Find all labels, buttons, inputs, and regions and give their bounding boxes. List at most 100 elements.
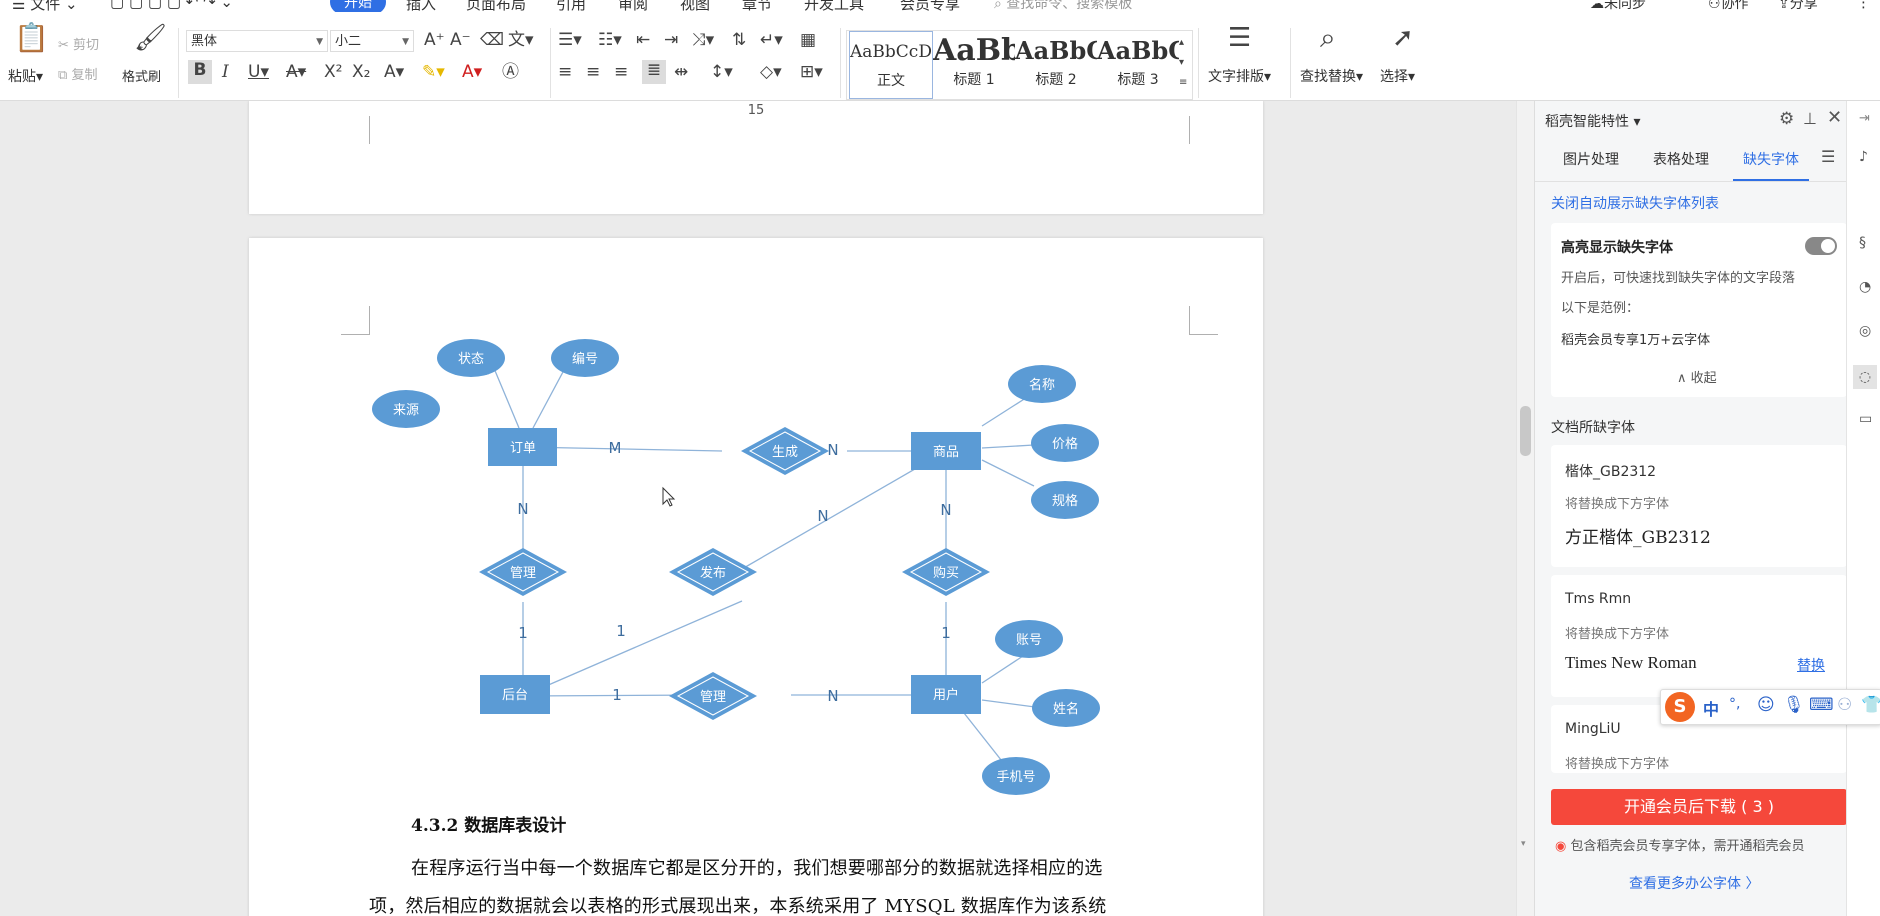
clear-format-icon[interactable]: ⌫ (480, 30, 504, 50)
tool-icon[interactable]: ◎ (1859, 323, 1871, 339)
shading-icon[interactable]: ◇▾ (760, 62, 782, 82)
scroll-down-icon[interactable]: ▾ (1521, 839, 1526, 849)
pin-icon[interactable]: ⊥ (1803, 109, 1817, 128)
expand-icon[interactable]: ⇥ (1859, 111, 1870, 126)
copy-button[interactable]: ⧉ 复制 (58, 64, 97, 83)
indent-icon[interactable]: ⇥ (664, 30, 678, 50)
current-page[interactable]: 订单 商品 后台 用户 状态 编号 来源 名称 价格 规格 账号 姓名 手机号 … (249, 238, 1263, 916)
font-family-select[interactable]: 黑体 ▼ (186, 30, 328, 52)
cursor-icon[interactable]: ➚ (1392, 25, 1414, 51)
tab-missing-fonts[interactable]: 缺失字体 (1743, 149, 1799, 169)
command-search[interactable]: ⌕ 查找命令、搜索模板 (994, 0, 1132, 12)
format-painter-button[interactable]: 格式刷 (122, 66, 161, 85)
tool-icon[interactable]: ▭ (1859, 411, 1872, 427)
outdent-icon[interactable]: ⇤ (636, 30, 650, 50)
text-layout-icon[interactable]: ☰ (1228, 25, 1251, 51)
ime-logo-icon[interactable]: S (1665, 692, 1695, 722)
bold-icon[interactable]: B (188, 60, 212, 84)
collab-button[interactable]: ⚇协作 (1708, 0, 1749, 12)
align-right-icon[interactable]: ≡ (614, 62, 628, 82)
tab-view[interactable]: 视图 (680, 0, 710, 12)
cut-button[interactable]: ✂ 剪切 (58, 34, 99, 53)
panel-title[interactable]: 稻壳智能特性 ▾ (1545, 111, 1640, 131)
close-icon[interactable]: ✕ (1827, 107, 1842, 128)
table-icon[interactable]: ▦ (800, 30, 816, 50)
text-effect-icon[interactable]: A▾ (384, 62, 404, 82)
brush-icon[interactable]: 🖌 (134, 25, 167, 51)
tab-dev-tools[interactable]: 开发工具 (804, 0, 864, 12)
distribute-icon[interactable]: ⇹ (674, 62, 688, 82)
style-heading-2[interactable]: AaBbC 标题 2 (1015, 31, 1097, 97)
magnifier-icon[interactable]: ⌕ (1320, 24, 1336, 52)
tab-reference[interactable]: 引用 (556, 0, 586, 12)
paste-icon[interactable]: 📋 (14, 24, 49, 52)
text-layout-button[interactable]: 文字排版▾ (1208, 66, 1271, 86)
skin-icon[interactable]: 👕 (1861, 695, 1880, 715)
show-marks-icon[interactable]: ↵▾ (760, 30, 783, 50)
sort-icon[interactable]: ⇅ (732, 30, 746, 50)
tool-icon[interactable]: ♪ (1859, 149, 1868, 165)
select-button[interactable]: 选择▾ (1380, 66, 1415, 86)
highlight-toggle[interactable] (1805, 237, 1837, 255)
bullet-list-icon[interactable]: ☰▾ (558, 30, 582, 50)
shrink-font-icon[interactable]: A⁻ (450, 30, 471, 50)
style-normal[interactable]: AaBbCcDd 正文 (849, 31, 933, 99)
microphone-icon[interactable]: 🎙 (1783, 695, 1805, 715)
superscript-icon[interactable]: X² (324, 62, 342, 82)
align-center-icon[interactable]: ≡ (586, 62, 600, 82)
download-button[interactable]: 开通会员后下载 ( 3 ) (1551, 789, 1847, 825)
tab-member[interactable]: 会员专享 (900, 0, 960, 12)
collapse-button[interactable]: ∧ 收起 (1677, 367, 1717, 386)
find-replace-button[interactable]: 查找替换▾ (1300, 66, 1363, 86)
border-icon[interactable]: ⊞▾ (800, 62, 823, 82)
gear-icon[interactable]: ⚙ (1779, 109, 1794, 129)
menu-file[interactable]: ☰ 文件 ⌄ (12, 0, 78, 12)
font-card[interactable]: Tms Rmn 将替换成下方字体 Times New Roman 替换 (1551, 575, 1847, 697)
user-icon[interactable]: ⚇ (1837, 695, 1852, 715)
smiley-icon[interactable]: ☺ (1757, 695, 1775, 715)
font-size-select[interactable]: 小二 ▼ (330, 30, 414, 52)
tab-page-layout[interactable]: 页面布局 (466, 0, 526, 12)
more-fonts-link[interactable]: 查看更多办公字体 〉 (1629, 873, 1759, 893)
tab-image-processing[interactable]: 图片处理 (1563, 149, 1619, 169)
justify-icon[interactable]: ≣ (642, 60, 666, 84)
align-left-icon[interactable]: ≡ (558, 62, 572, 82)
tab-chapter[interactable]: 章节 (742, 0, 772, 12)
strikethrough-icon[interactable]: A▾ (286, 62, 306, 82)
tool-icon[interactable]: ◌ (1853, 365, 1877, 389)
tab-review[interactable]: 审阅 (618, 0, 648, 12)
paste-button[interactable]: 粘贴▾ (8, 66, 43, 86)
menu-icon[interactable]: ☰ (1821, 147, 1835, 166)
line-spacing-icon[interactable]: ↕▾ (710, 62, 733, 82)
style-heading-1[interactable]: AaBb 标题 1 (933, 31, 1015, 97)
close-auto-show-link[interactable]: 关闭自动展示缺失字体列表 (1551, 193, 1719, 213)
share-button[interactable]: ⇪分享 (1778, 0, 1818, 12)
numbered-list-icon[interactable]: ☷▾ (598, 30, 622, 50)
font-card[interactable]: 楷体_GB2312 将替换成下方字体 方正楷体_GB2312 (1551, 445, 1847, 567)
subscript-icon[interactable]: X₂ (352, 62, 370, 82)
italic-icon[interactable]: I (222, 62, 229, 82)
scrollbar-thumb[interactable] (1520, 406, 1531, 456)
ime-lang-toggle[interactable]: 中 (1703, 696, 1719, 720)
style-scroll-icon[interactable]: ▴ ▾ ≡ (1179, 33, 1187, 93)
more-icon[interactable]: ⋮ (1856, 0, 1871, 11)
document-canvas[interactable]: 15 订单 商品 后台 用户 状态 编号 来源 名称 价格 规格 账号 姓名 手… (0, 101, 1516, 916)
phonetic-icon[interactable]: 文▾ (508, 30, 534, 50)
underline-icon[interactable]: U▾ (248, 62, 269, 82)
tool-icon[interactable]: § (1859, 235, 1866, 251)
sync-status[interactable]: ☁未同步 (1590, 0, 1646, 12)
tool-icon[interactable]: ◔ (1859, 279, 1871, 295)
char-border-icon[interactable]: Ⓐ (502, 62, 519, 82)
grow-font-icon[interactable]: A⁺ (424, 30, 445, 50)
tab-start[interactable]: 开始 (330, 0, 386, 12)
highlight-icon[interactable]: ✎▾ (422, 62, 445, 82)
font-color-icon[interactable]: A▾ (462, 62, 482, 82)
tab-table-processing[interactable]: 表格处理 (1653, 149, 1709, 169)
quick-access-icons[interactable]: ▢ ▢ ▢ ▢ ↶ ↷ ⌄ (110, 0, 233, 11)
style-heading-3[interactable]: AaBbC 标题 3 (1097, 31, 1179, 97)
text-direction-icon[interactable]: ⤨▾ (692, 30, 714, 50)
keyboard-icon[interactable]: ⌨ (1809, 695, 1834, 715)
er-diagram[interactable]: 订单 商品 后台 用户 状态 编号 来源 名称 价格 规格 账号 姓名 手机号 … (249, 238, 1263, 798)
document-scrollbar[interactable]: ▾ (1516, 101, 1535, 916)
ime-punct-toggle[interactable]: °, (1729, 696, 1740, 712)
